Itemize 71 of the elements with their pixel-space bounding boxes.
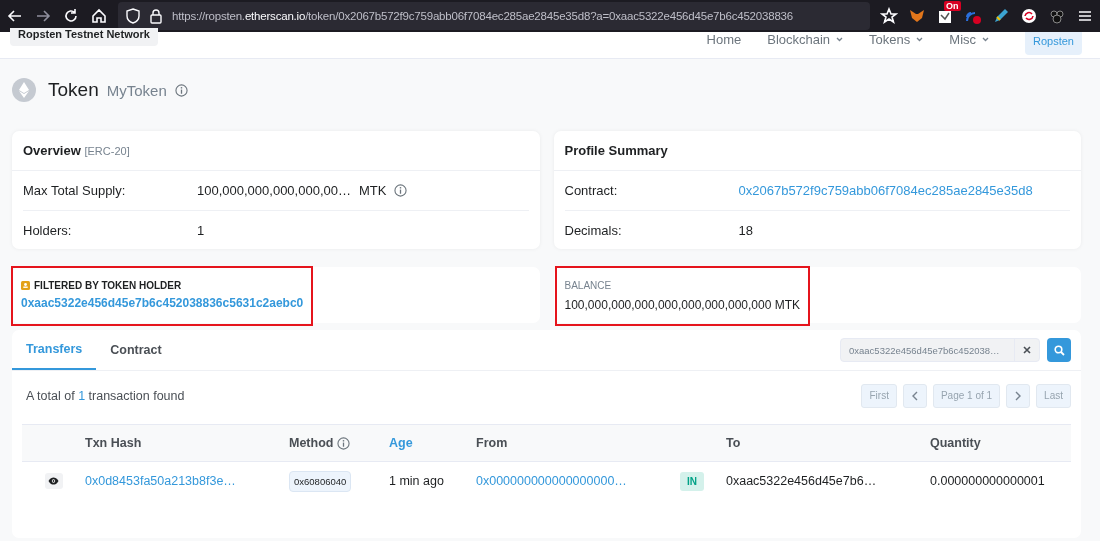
pen-icon[interactable] xyxy=(992,7,1010,25)
filter-label: FILTERED BY TOKEN HOLDER xyxy=(34,279,182,291)
home-icon[interactable] xyxy=(90,7,108,25)
ethereum-logo-icon xyxy=(12,78,36,102)
card-title: Overview xyxy=(23,143,81,158)
chevron-icon xyxy=(1014,390,1023,401)
extension-icon[interactable] xyxy=(1020,7,1038,25)
token-name: MyToken xyxy=(106,81,167,99)
close-icon xyxy=(1023,346,1031,354)
unit-label: MTK xyxy=(358,183,387,198)
column-header: Quantity xyxy=(930,436,982,450)
field-label: Holders: xyxy=(23,223,73,238)
info-icon xyxy=(174,83,188,97)
field-value: 100,000,000,000,000,00… xyxy=(197,183,351,198)
contract-link[interactable]: 0x2067b572f9c759abb06f7084ec285ae2845e35d8 xyxy=(738,183,1033,198)
card-title: Profile Summary xyxy=(564,143,668,158)
extension-badge: On xyxy=(944,1,961,11)
field-label: Max Total Supply: xyxy=(23,183,127,198)
balance-value: 100,000,000,000,000,000,000,000,000 MTK xyxy=(564,298,801,312)
lock-icon xyxy=(150,8,162,24)
paw-icon[interactable] xyxy=(1048,7,1066,25)
holder-address-link[interactable]: 0xaac5322e456d45e7b6c452038836c5631c2aebc0 xyxy=(21,296,304,310)
info-icon xyxy=(337,436,351,450)
caret-icon xyxy=(982,37,989,42)
address-bar[interactable]: https://ropsten.etherscan.io/token/0x2067b572f9c759abb06f7084ec285ae2845e35d8?a=0xaac5322e456d45e7b6c452038836 xyxy=(118,2,870,30)
column-header: Method xyxy=(289,436,334,450)
field-label: Decimals: xyxy=(564,223,623,238)
caret-icon xyxy=(836,37,844,42)
eye-icon xyxy=(48,477,59,485)
balance-label: BALANCE xyxy=(564,279,612,291)
direction-badge: IN xyxy=(680,471,704,491)
field-value: 18 xyxy=(738,223,753,238)
search-field[interactable]: 0xaac5322e456d45e7b6c452038… xyxy=(840,338,1040,362)
column-header: Txn Hash xyxy=(85,436,143,450)
caret-icon xyxy=(916,37,924,42)
network-button[interactable]: Ropsten xyxy=(1025,32,1082,55)
search-button[interactable] xyxy=(1047,338,1071,362)
field-label: Contract: xyxy=(564,183,619,198)
fox-icon[interactable] xyxy=(908,7,926,25)
nav-link[interactable]: Tokens xyxy=(869,32,924,47)
reload-icon[interactable] xyxy=(62,7,80,25)
field-value: 1 xyxy=(197,223,205,238)
star-icon[interactable] xyxy=(880,7,898,25)
txn-hash-link[interactable]: 0x0d8453fa50a213b8f3e… xyxy=(85,474,289,488)
info-icon xyxy=(394,184,408,197)
tab[interactable]: Contract xyxy=(96,330,176,370)
network-label: Ropsten Testnet Network xyxy=(10,28,158,46)
column-header: From xyxy=(476,436,509,450)
nav-link[interactable]: Blockchain xyxy=(767,32,844,47)
table-cell-text: 0xaac5322e456d45e7b6… xyxy=(726,474,878,488)
shield-icon xyxy=(126,8,140,24)
nav-link[interactable]: Misc xyxy=(949,32,989,47)
chevron-icon xyxy=(910,390,919,401)
view-button[interactable] xyxy=(44,473,63,489)
url-text: https://ropsten.etherscan.io/token/0x2067b572f9c759abb06f7084ec285ae2845e35d8?a=0xaac5322e456d45e7b6c452038836 xyxy=(172,10,793,22)
pager-button[interactable]: Page 1 of 1 xyxy=(932,383,1001,408)
from-address-link[interactable]: 0x000000000000000000… xyxy=(476,474,680,488)
table-cell-text: 1 min ago xyxy=(389,474,445,488)
column-header: To xyxy=(726,436,742,450)
pager-button[interactable]: Last xyxy=(1036,383,1071,408)
search-icon xyxy=(1053,344,1065,356)
token-standard-tag: [ERC-20] xyxy=(84,145,130,157)
page-title: Token xyxy=(48,79,99,101)
nav-link[interactable]: Home xyxy=(706,32,742,47)
table-cell-text: 0.000000000000001 xyxy=(930,474,1046,488)
tab[interactable]: Transfers xyxy=(12,330,97,370)
result-count-text: A total of 1 transaction found xyxy=(26,388,185,403)
pager-button[interactable]: First xyxy=(861,383,897,408)
method-badge: 0x60806040 xyxy=(289,470,352,492)
column-header[interactable]: Age xyxy=(389,436,476,450)
contact-icon xyxy=(21,280,30,290)
